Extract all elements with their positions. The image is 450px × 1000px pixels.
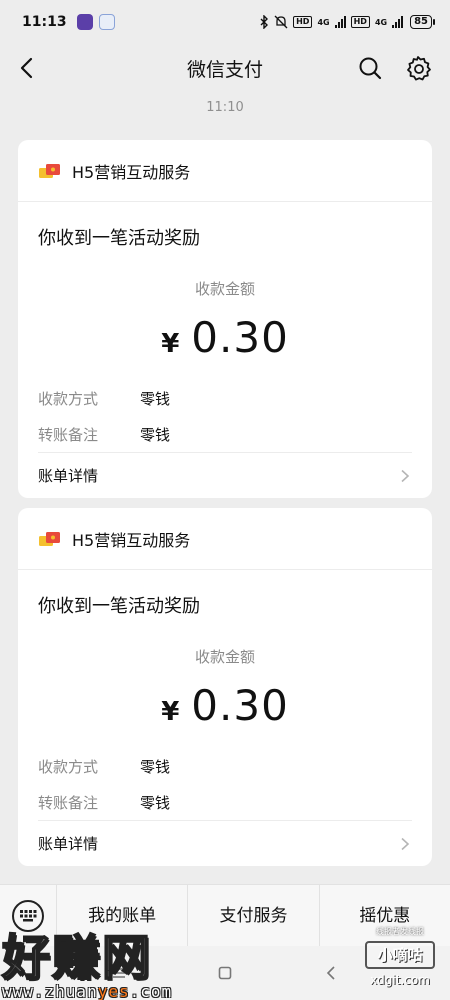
amount: ¥ 0.30 [18, 313, 432, 362]
status-time: 11:13 [22, 14, 67, 30]
currency-symbol: ¥ [161, 329, 180, 359]
amount-label: 收款金额 [194, 648, 255, 666]
watermark-url: www.zhuanyes.com [2, 982, 202, 1000]
card-header: H5营销互动服务 [18, 508, 432, 570]
detail-row: 收款方式 零钱 [38, 380, 432, 416]
payment-card[interactable]: H5营销互动服务 你收到一笔活动奖励 收款金额 ¥ 0.30 收款方式 零钱 转… [18, 140, 432, 498]
battery-icon: 85 [410, 15, 435, 29]
watermark-tagline: 线报者发线报 [376, 927, 424, 936]
bill-details-label: 账单详情 [38, 835, 99, 853]
detail-row: 转账备注 零钱 [38, 784, 432, 820]
detail-key: 转账备注 [38, 793, 99, 812]
watermark-title: 好赚网 [1, 929, 153, 987]
bill-details-link[interactable]: 账单详情 [38, 820, 412, 866]
detail-row: 收款方式 零钱 [38, 748, 432, 784]
detail-value: 零钱 [140, 757, 171, 776]
red-packet-icon [39, 531, 60, 546]
detail-rows: 收款方式 零钱 转账备注 零钱 [18, 748, 432, 820]
signal-icon-2 [392, 16, 404, 28]
watermark-brand: 小嘀咕 [365, 941, 435, 969]
sender-name: H5营销互动服务 [72, 162, 191, 182]
mute-bell-icon [274, 15, 288, 29]
watermark-left: 好赚网 www.zhuanyes.com [1, 918, 202, 1000]
detail-value: 零钱 [140, 389, 171, 408]
watermark-url-b: yes [97, 982, 130, 1000]
card-title: 你收到一笔活动奖励 [38, 596, 200, 617]
message-timestamp: 11:10 [206, 100, 244, 115]
detail-key: 收款方式 [38, 389, 99, 408]
chevron-right-icon [401, 837, 410, 850]
status-bar: 11:13 HD 4G HD 4G 85 [0, 0, 450, 44]
home-nav-icon[interactable] [217, 965, 233, 981]
watermark-domain: xdgit.com [370, 973, 430, 987]
search-icon[interactable] [356, 54, 384, 82]
hd-badge: HD [293, 16, 313, 28]
network-type-right: 4G [374, 17, 388, 27]
back-nav-icon[interactable] [323, 965, 339, 981]
chevron-left-icon[interactable] [14, 54, 42, 82]
app-notification-icon [76, 14, 93, 30]
amount-value: 0.30 [191, 681, 289, 730]
watermark-right: 线报者发线报 小嘀咕 xdgit.com [354, 926, 446, 998]
chevron-right-icon [401, 469, 410, 482]
sender-name: H5营销互动服务 [72, 530, 191, 550]
currency-symbol: ¥ [161, 697, 180, 727]
signal-icon [334, 16, 346, 28]
detail-value: 零钱 [140, 425, 171, 444]
gear-icon[interactable] [404, 54, 432, 82]
detail-key: 转账备注 [38, 425, 99, 444]
page-title: 微信支付 [186, 58, 263, 81]
amount-value: 0.30 [191, 313, 289, 362]
header: 微信支付 [0, 44, 450, 92]
menu-payment-services[interactable]: 支付服务 [187, 884, 318, 947]
network-type-left: 4G [317, 17, 330, 27]
bill-details-label: 账单详情 [38, 467, 99, 485]
card-header: H5营销互动服务 [18, 140, 432, 202]
bill-details-link[interactable]: 账单详情 [38, 452, 412, 498]
payment-card[interactable]: H5营销互动服务 你收到一笔活动奖励 收款金额 ¥ 0.30 收款方式 零钱 转… [18, 508, 432, 866]
detail-rows: 收款方式 零钱 转账备注 零钱 [18, 380, 432, 452]
amount: ¥ 0.30 [18, 681, 432, 730]
watermark-url-c: .com [129, 982, 173, 1000]
bluetooth-icon [260, 15, 269, 29]
watermark-url-a: www.zhuan [2, 982, 98, 1000]
detail-value: 零钱 [140, 793, 171, 812]
detail-row: 转账备注 零钱 [38, 416, 432, 452]
amount-label: 收款金额 [194, 280, 255, 298]
red-packet-icon [39, 163, 60, 178]
app-notification-icon-2 [98, 14, 115, 30]
detail-key: 收款方式 [38, 757, 99, 776]
hd-badge-2: HD [350, 16, 370, 28]
card-title: 你收到一笔活动奖励 [38, 228, 200, 249]
status-indicators: HD 4G HD 4G 85 [259, 15, 435, 29]
